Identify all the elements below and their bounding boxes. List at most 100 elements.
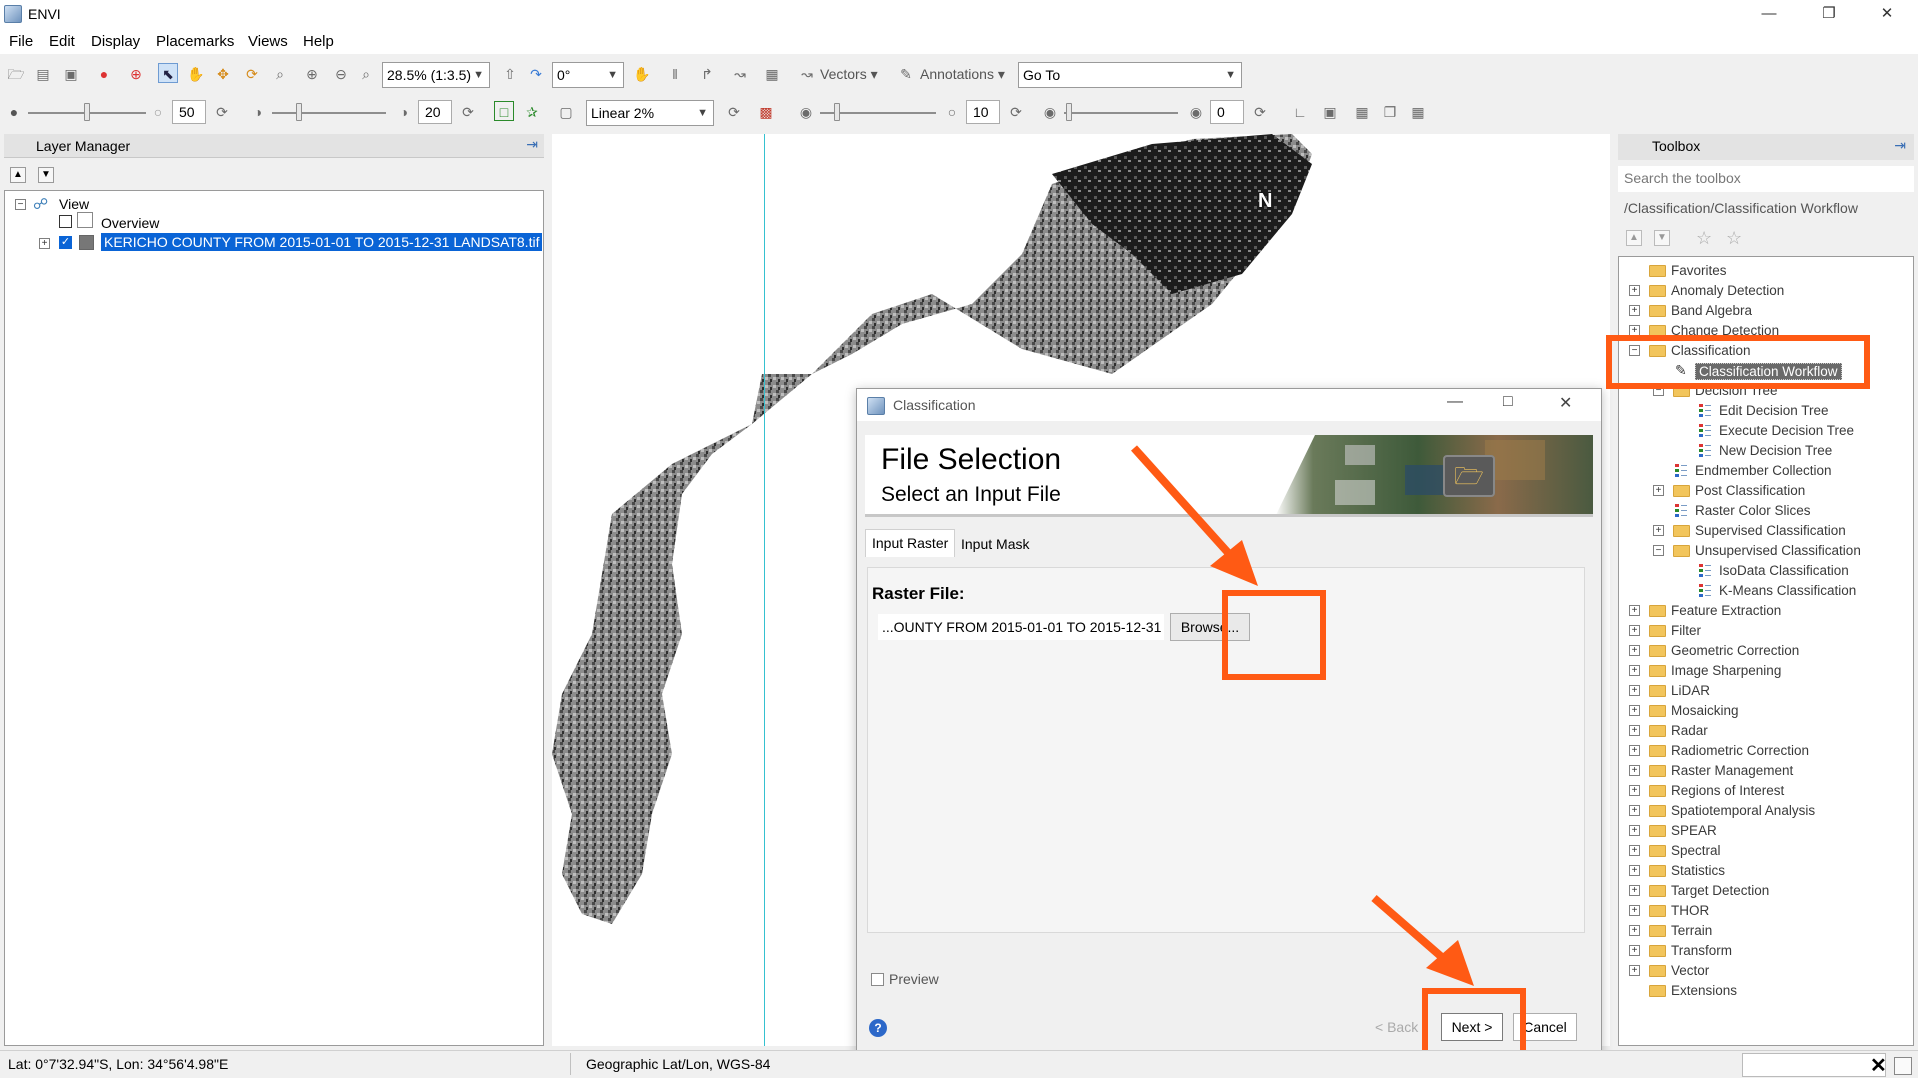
menu-edit[interactable]: Edit (49, 33, 75, 50)
back-button[interactable]: < Back (1375, 1019, 1418, 1035)
expand-all-icon[interactable]: ▼ (1654, 230, 1670, 246)
overview-layer[interactable]: Overview (101, 215, 159, 231)
view-node[interactable]: View (59, 196, 89, 212)
placemark-icon[interactable]: ● (94, 64, 114, 84)
toolbox-item[interactable]: + Band Algebra (1619, 301, 1913, 321)
toolbox-item[interactable]: + THOR (1619, 901, 1913, 921)
stretch-extent-icon[interactable]: □ (494, 101, 514, 121)
blend-icon[interactable]: ▦ (762, 64, 782, 84)
tree-expand-icon[interactable]: + (1629, 845, 1640, 856)
zoom-fit-icon[interactable]: ⌕ (356, 64, 376, 84)
tree-expand-icon[interactable]: + (1629, 785, 1640, 796)
tree-expand-icon[interactable]: + (1653, 485, 1664, 496)
stretch-icon[interactable]: ▢ (556, 102, 576, 122)
restore-button[interactable]: ❐ (1800, 0, 1858, 28)
toolbox-item[interactable]: + Image Sharpening (1619, 661, 1913, 681)
tab-input-mask[interactable]: Input Mask (955, 531, 1035, 559)
tree-expand-icon[interactable]: + (1629, 925, 1640, 936)
portal-icon[interactable]: ‖ (665, 64, 685, 84)
toolbox-item[interactable]: Endmember Collection (1619, 461, 1913, 481)
toolbox-item[interactable]: Favorites (1619, 261, 1913, 281)
tree-expand-icon[interactable]: + (1629, 665, 1640, 676)
dialog-maximize-button[interactable]: □ (1503, 393, 1513, 411)
transparency-slider[interactable] (1064, 112, 1178, 114)
crop-icon[interactable]: ▣ (61, 64, 81, 84)
brightness-value[interactable]: 50 (172, 100, 206, 124)
tree-expand-icon[interactable]: + (1629, 765, 1640, 776)
reset-contrast-icon[interactable]: ⟳ (458, 102, 478, 122)
toolbox-item[interactable]: Edit Decision Tree (1619, 401, 1913, 421)
dialog-minimize-button[interactable]: — (1447, 393, 1463, 411)
close-window-button[interactable]: ✕ (1858, 0, 1916, 28)
tree-expand-icon[interactable]: + (1629, 725, 1640, 736)
zoom-combo[interactable]: 28.5% (1:3.5) ▼ (382, 62, 490, 88)
toolbox-item[interactable]: + SPEAR (1619, 821, 1913, 841)
tree-expand-icon[interactable]: + (1629, 645, 1640, 656)
goto-combo[interactable]: Go To ▼ (1018, 62, 1242, 88)
histogram-icon[interactable]: ▩ (756, 102, 776, 122)
tree-expand-icon[interactable]: + (1629, 305, 1640, 316)
expand-all-icon[interactable]: ▼ (38, 167, 54, 183)
add-favorite-icon[interactable]: ☆ (1696, 228, 1712, 249)
swipe-icon[interactable]: ↱ (697, 64, 717, 84)
toolbox-item[interactable]: + Mosaicking (1619, 701, 1913, 721)
layout-grid-icon[interactable]: ▦ (1408, 102, 1428, 122)
toolbox-item[interactable]: + Vector (1619, 961, 1913, 981)
toolbox-item[interactable]: + Raster Management (1619, 761, 1913, 781)
tree-expand-icon[interactable]: + (1629, 285, 1640, 296)
tree-collapse-icon[interactable]: − (15, 199, 26, 210)
tree-expand-icon[interactable]: + (1629, 745, 1640, 756)
toolbox-item[interactable]: + Terrain (1619, 921, 1913, 941)
stretch-combo[interactable]: Linear 2% ▼ (586, 100, 714, 126)
toolbox-search-input[interactable]: Search the toolbox (1618, 166, 1914, 192)
toolbox-item[interactable]: Raster Color Slices (1619, 501, 1913, 521)
tree-expand-icon[interactable]: + (1629, 805, 1640, 816)
flicker-icon[interactable]: ↝ (730, 64, 750, 84)
raster-file-field[interactable]: ...OUNTY FROM 2015-01-01 TO 2015-12-31 L… (878, 614, 1164, 640)
toolbox-item[interactable]: Execute Decision Tree (1619, 421, 1913, 441)
toolbox-item[interactable]: + Supervised Classification (1619, 521, 1913, 541)
minimize-button[interactable]: — (1740, 0, 1798, 28)
open-file-icon[interactable]: 🗁 (6, 64, 26, 84)
raster-layer[interactable]: KERICHO COUNTY FROM 2015-01-01 TO 2015-1… (101, 233, 543, 251)
pin-panel-icon[interactable]: ⇥ (526, 136, 538, 153)
pin-panel-icon[interactable]: ⇥ (1894, 137, 1906, 154)
fly-icon[interactable]: ✥ (213, 64, 233, 84)
tree-expand-icon[interactable]: + (1629, 945, 1640, 956)
tree-expand-icon[interactable]: + (1629, 685, 1640, 696)
vectors-icon[interactable]: ↝ (797, 64, 817, 84)
sharpen-slider-handle[interactable] (834, 103, 840, 121)
dialog-close-button[interactable]: ✕ (1559, 393, 1572, 413)
collapse-all-icon[interactable]: ▲ (10, 167, 26, 183)
tab-input-raster[interactable]: Input Raster (865, 529, 956, 557)
annotations-dropdown[interactable]: Annotations ▾ (920, 66, 1005, 83)
zoom-out-icon[interactable]: ⊖ (331, 64, 351, 84)
vectors-dropdown[interactable]: Vectors ▾ (820, 66, 878, 83)
cancel-process-icon[interactable]: ✕ (1870, 1053, 1887, 1078)
zoom-icon[interactable]: ⌕ (270, 64, 290, 84)
data-manager-icon[interactable]: ▤ (33, 64, 53, 84)
layout-two-icon[interactable]: ❐ (1380, 102, 1400, 122)
toolbox-item[interactable]: K-Means Classification (1619, 581, 1913, 601)
toolbox-item[interactable]: + Radiometric Correction (1619, 741, 1913, 761)
toolbox-item[interactable]: − Unsupervised Classification (1619, 541, 1913, 561)
toolbox-item[interactable]: + Statistics (1619, 861, 1913, 881)
help-icon[interactable]: ? (869, 1019, 887, 1037)
stretch-center-icon[interactable]: ✰ (522, 102, 542, 122)
select-cursor-icon[interactable]: ⬉ (158, 63, 178, 83)
process-manager-icon[interactable] (1894, 1057, 1912, 1075)
reset-sharpen-icon[interactable]: ⟳ (1006, 102, 1026, 122)
tree-expand-icon[interactable]: + (1629, 605, 1640, 616)
toolbox-item[interactable]: + Spectral (1619, 841, 1913, 861)
toolbox-item[interactable]: + Radar (1619, 721, 1913, 741)
crosshair-icon[interactable]: ⊕ (126, 64, 146, 84)
zoom-in-icon[interactable]: ⊕ (302, 64, 322, 84)
reset-brightness-icon[interactable]: ⟳ (212, 102, 232, 122)
toolbox-item[interactable]: + Spatiotemporal Analysis (1619, 801, 1913, 821)
chip-icon[interactable]: ∟ (1290, 102, 1310, 122)
toolbox-item[interactable]: + Geometric Correction (1619, 641, 1913, 661)
overview-checkbox[interactable] (59, 215, 72, 228)
toolbox-item[interactable]: + Transform (1619, 941, 1913, 961)
menu-display[interactable]: Display (91, 33, 140, 50)
contrast-slider-handle[interactable] (296, 103, 302, 121)
